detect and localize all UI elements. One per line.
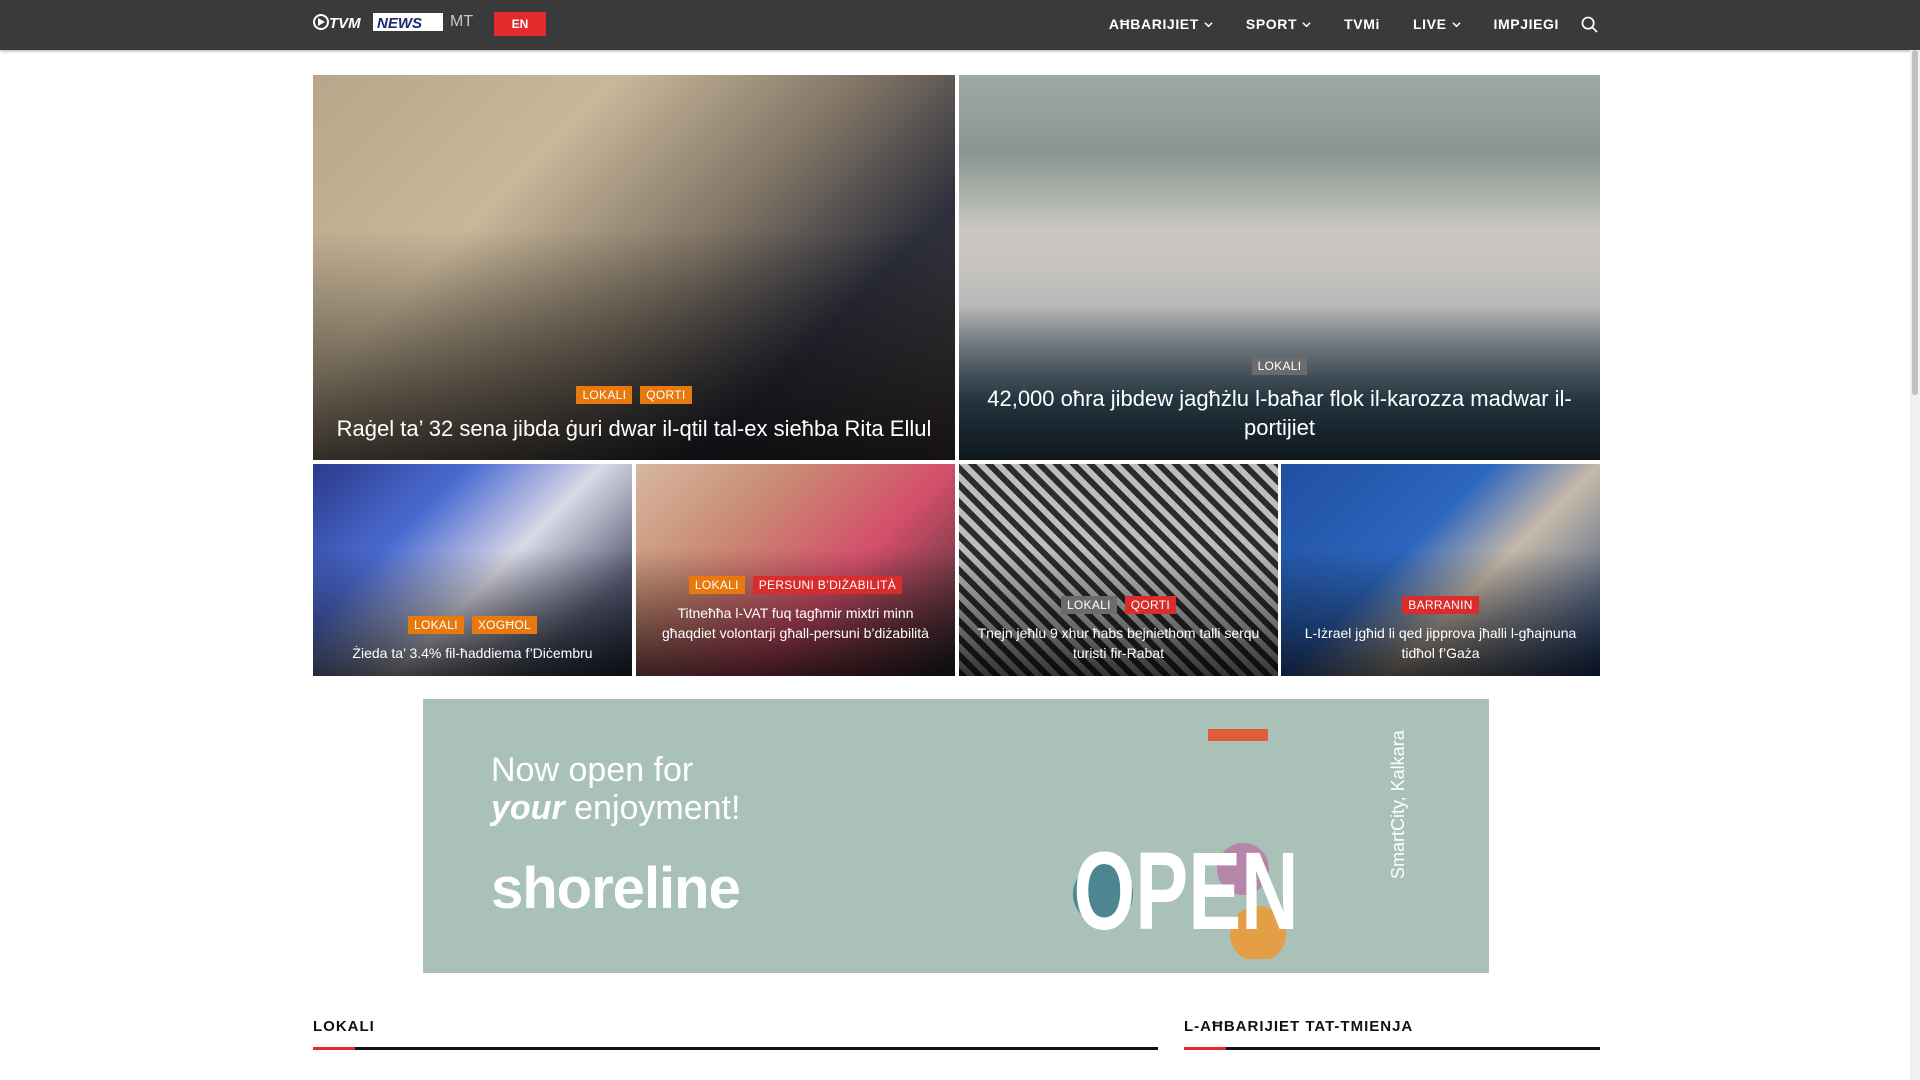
- search-icon[interactable]: [1581, 16, 1598, 33]
- category-tags: LOKALI XOGĦOL: [313, 616, 632, 634]
- category-tag[interactable]: LOKALI: [576, 386, 633, 404]
- category-tag[interactable]: LOKALI: [1060, 596, 1117, 614]
- category-tags: BARRANIN: [1281, 596, 1600, 614]
- nav-item-label: AĦBARIJIET: [1108, 16, 1199, 32]
- ad-big-word: OPEN: [1074, 830, 1299, 953]
- ad-headline-line2: your enjoyment!: [491, 789, 740, 828]
- nav-item-tvmi[interactable]: TVMi: [1344, 16, 1380, 32]
- tvm-news-logo[interactable]: TVM NEWS: [313, 12, 445, 32]
- section-header-tmienja: L-AĦBARIJIET TAT-TMIENJA: [1184, 1018, 1600, 1050]
- category-tags: LOKALI QORTI: [313, 386, 955, 404]
- nav-item-ahbarijiet[interactable]: AĦBARIJIET: [1109, 16, 1213, 32]
- ad-location: SmartCity, Kalkara: [1388, 730, 1408, 879]
- category-tag[interactable]: QORTI: [1124, 596, 1177, 614]
- category-tag[interactable]: BARRANIN: [1402, 596, 1479, 614]
- featured-story-card[interactable]: LOKALI 42,000 oħra jibdew jagħżlu l-baħa…: [959, 75, 1600, 460]
- section-divider: [1184, 1047, 1600, 1050]
- category-tag[interactable]: LOKALI: [1251, 357, 1308, 375]
- nav-item-label: SPORT: [1245, 16, 1298, 32]
- category-tag[interactable]: QORTI: [640, 386, 692, 404]
- section-title[interactable]: LOKALI: [313, 1018, 1158, 1035]
- main-nav: AĦBARIJIET SPORT TVMi LIVE IMPJIEGI: [1076, 0, 1598, 48]
- section-divider: [313, 1047, 1158, 1050]
- page-scrollbar-thumb[interactable]: [1912, 50, 1918, 395]
- nav-item-label: IMPJIEGI: [1493, 16, 1559, 32]
- ad-headline-emphasis: your: [491, 789, 565, 827]
- ad-headline-rest: enjoyment!: [564, 789, 741, 827]
- nav-item-label: LIVE: [1412, 16, 1447, 32]
- story-title[interactable]: Żieda ta’ 3.4% fil-ħaddiema f’Diċembru: [329, 643, 616, 663]
- featured-story-card[interactable]: LOKALI QORTI Raġel ta’ 32 sena jibda ġur…: [313, 75, 955, 460]
- story-title[interactable]: Titneħħa l-VAT fuq tagħmir mixtri minn g…: [652, 603, 939, 643]
- category-tags: LOKALI PERSUNI B’DIŻABILITÀ: [636, 576, 955, 594]
- language-switch-button[interactable]: EN: [494, 12, 546, 36]
- svg-text:TVM: TVM: [329, 15, 361, 32]
- category-tag[interactable]: LOKALI: [688, 576, 745, 594]
- section-accent: [1184, 1047, 1226, 1050]
- nav-item-impjiegi[interactable]: IMPJIEGI: [1494, 16, 1559, 32]
- page: { "header": { "logo_text": "TVM NEWS", "…: [0, 0, 1920, 1080]
- story-title[interactable]: L-Iżrael jgħid li qed jipprova jħalli l-…: [1297, 623, 1584, 663]
- story-title[interactable]: Tnejn jeħlu 9 xhur ħabs bejniethom talli…: [975, 623, 1262, 663]
- nav-item-label: TVMi: [1344, 16, 1380, 32]
- ad-banner[interactable]: Now open for your enjoyment! shoreline O…: [423, 699, 1489, 973]
- category-tags: LOKALI QORTI: [959, 596, 1278, 614]
- ad-headline-line1: Now open for: [491, 751, 694, 789]
- story-title[interactable]: Raġel ta’ 32 sena jibda ġuri dwar il-qti…: [329, 414, 939, 443]
- nav-item-sport[interactable]: SPORT: [1246, 16, 1311, 32]
- language-current: MT: [450, 13, 474, 30]
- svg-text:NEWS: NEWS: [377, 15, 422, 32]
- category-tag[interactable]: PERSUNI B’DIŻABILITÀ: [752, 576, 903, 594]
- chevron-down-icon: [1451, 21, 1461, 27]
- ad-brand-logo: shoreline: [491, 856, 741, 921]
- story-card[interactable]: LOKALI PERSUNI B’DIŻABILITÀ Titneħħa l-V…: [636, 464, 955, 676]
- chevron-down-icon: [1204, 21, 1213, 27]
- category-tag[interactable]: XOGĦOL: [471, 616, 537, 634]
- category-tag[interactable]: LOKALI: [408, 616, 464, 634]
- story-card[interactable]: LOKALI XOGĦOL Żieda ta’ 3.4% fil-ħaddiem…: [313, 464, 632, 676]
- story-title[interactable]: 42,000 oħra jibdew jagħżlu l-baħar flok …: [975, 384, 1584, 442]
- story-card[interactable]: LOKALI QORTI Tnejn jeħlu 9 xhur ħabs bej…: [959, 464, 1278, 676]
- ad-open-graphic: OPEN: [1073, 729, 1299, 959]
- section-header-lokali: LOKALI: [313, 1018, 1158, 1050]
- section-accent: [313, 1047, 355, 1050]
- story-card[interactable]: BARRANIN L-Iżrael jgħid li qed jipprova …: [1281, 464, 1600, 676]
- section-title[interactable]: L-AĦBARIJIET TAT-TMIENJA: [1184, 1018, 1600, 1035]
- nav-item-live[interactable]: LIVE: [1413, 16, 1461, 32]
- top-navbar: TVM NEWS MT EN AĦBARIJIET SPORT TVMi LIV…: [0, 0, 1920, 50]
- category-tags: LOKALI: [959, 357, 1600, 375]
- chevron-down-icon: [1302, 21, 1311, 27]
